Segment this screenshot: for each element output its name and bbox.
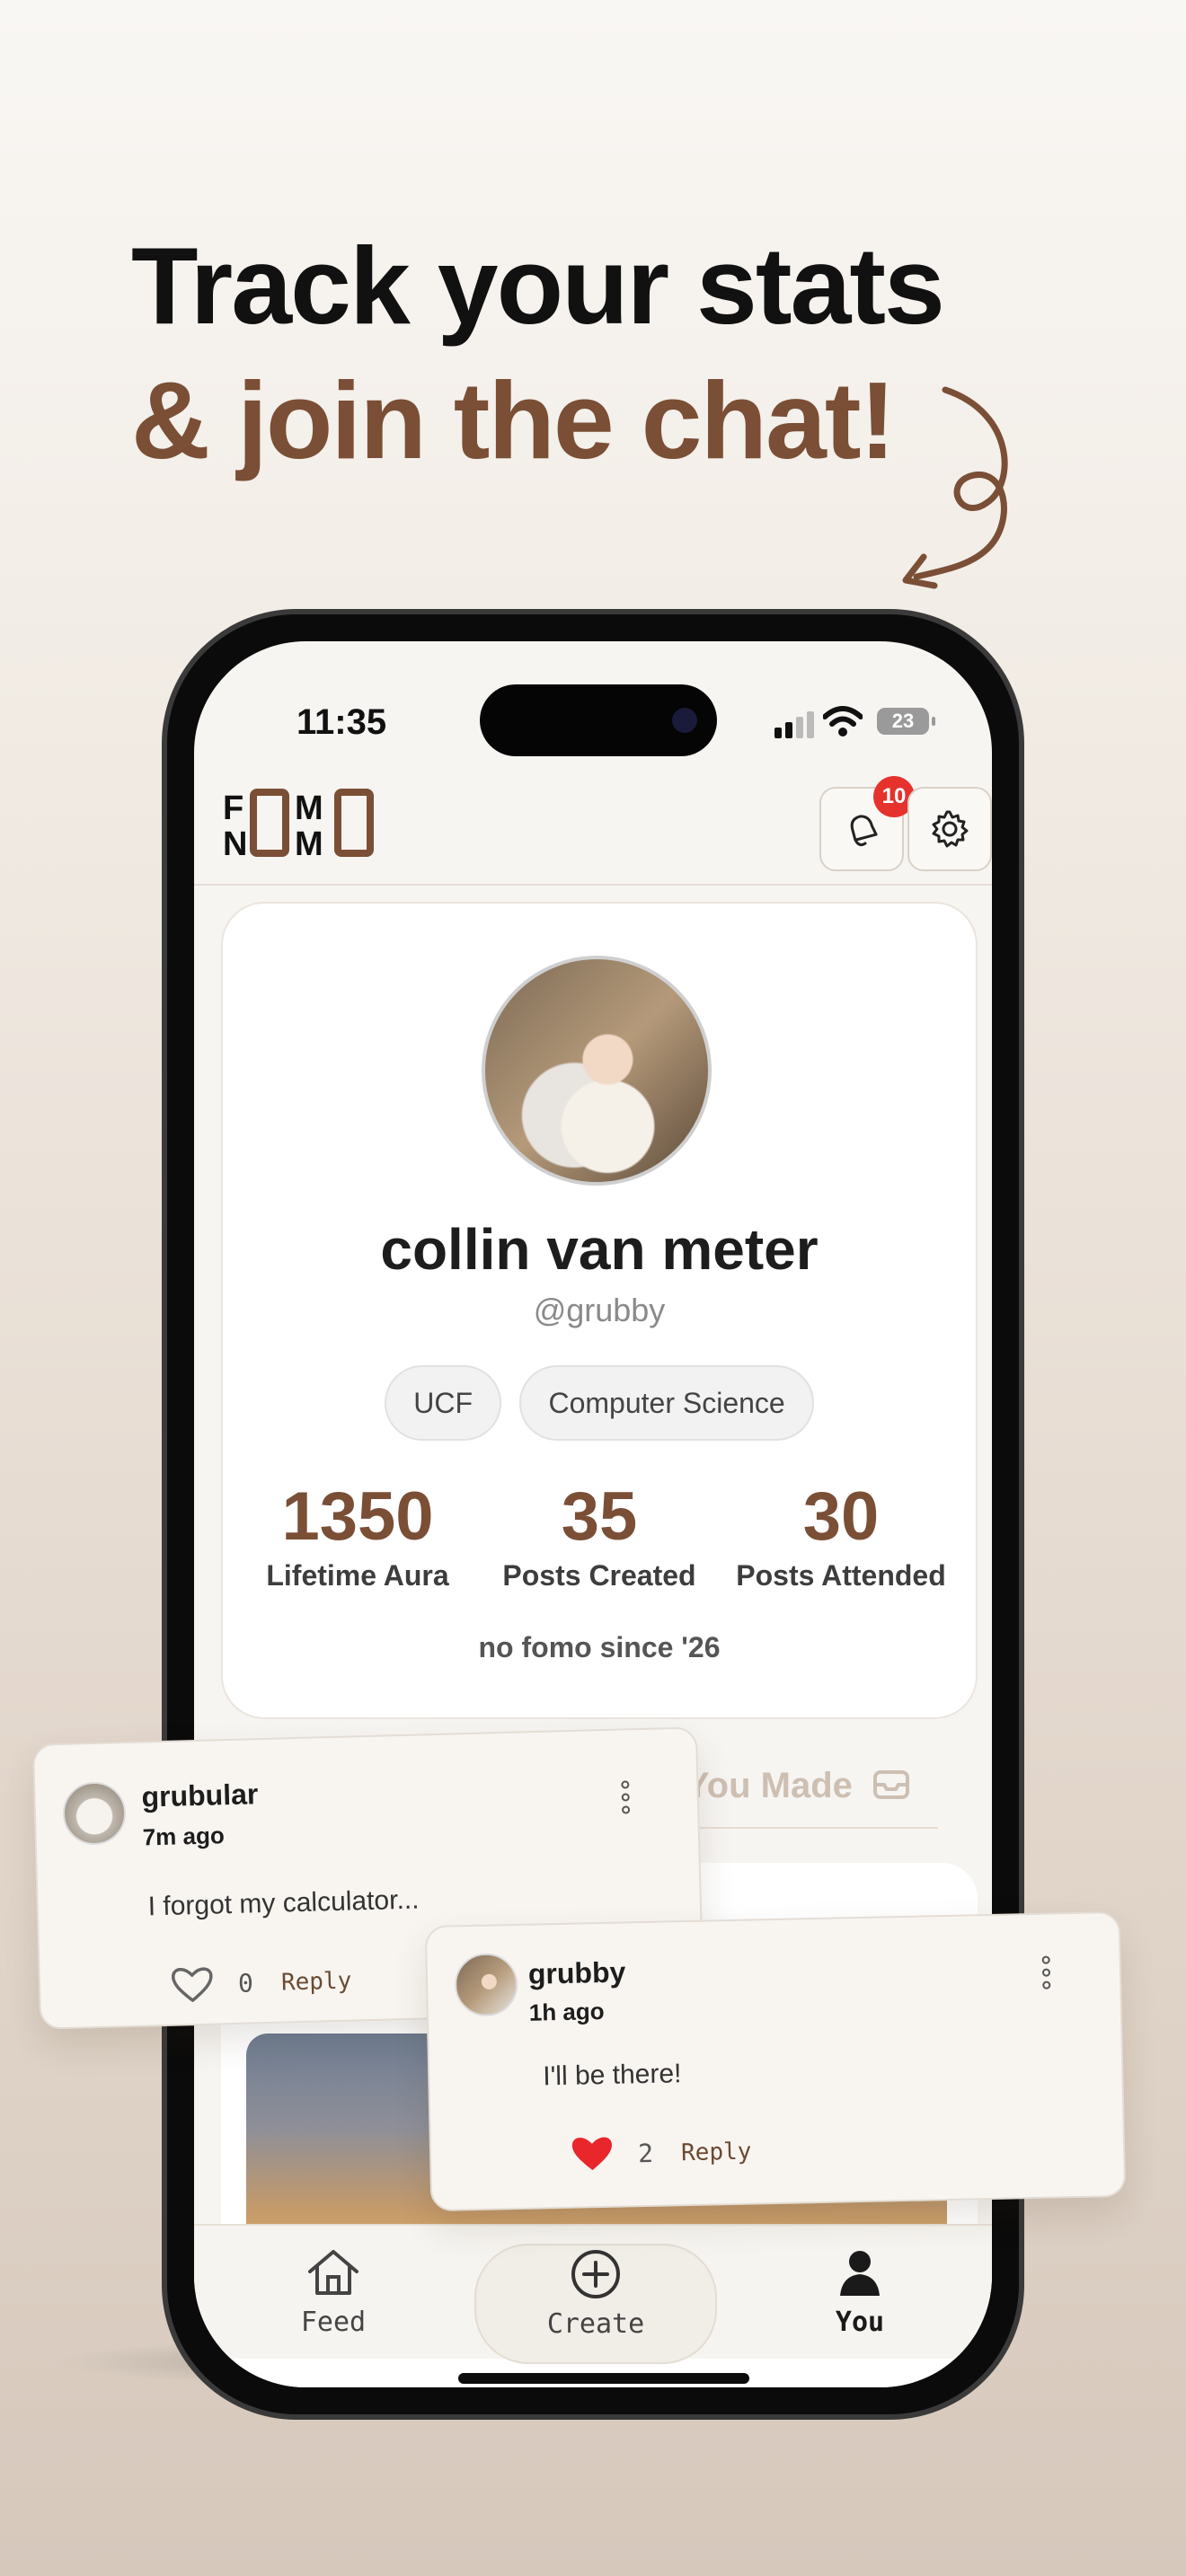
svg-text:M: M — [295, 825, 323, 859]
profile-stats: 1350 Lifetime Aura 35 Posts Created 30 P… — [241, 1478, 958, 1592]
like-count: 0 — [237, 1968, 254, 1998]
svg-text:M: M — [295, 790, 323, 827]
stat-value: 35 — [561, 1478, 638, 1555]
more-options-icon[interactable] — [1041, 1955, 1054, 1994]
profile-chips: UCF Computer Science — [223, 1365, 976, 1441]
stat-label: Posts Attended — [736, 1559, 946, 1592]
tab-create[interactable]: Create — [474, 2244, 717, 2364]
headline-line-1: Track your stats — [131, 225, 945, 347]
tab-you-label: You — [835, 2307, 885, 2338]
reply-button[interactable]: Reply — [681, 2139, 752, 2167]
comment-username[interactable]: grubby — [528, 1955, 626, 1990]
status-time: 11:35 — [296, 702, 387, 742]
app-header: F N M M 10 — [194, 774, 992, 886]
battery-indicator: 23 — [877, 708, 935, 735]
stat-value: 1350 — [281, 1478, 434, 1555]
svg-text:N: N — [223, 825, 247, 859]
bottom-tab-bar: Feed Create You — [194, 2224, 992, 2364]
tab-feed-label: Feed — [300, 2307, 367, 2338]
stat-posts-attended: 30 Posts Attended — [724, 1478, 958, 1592]
comment-timestamp: 1h ago — [528, 1997, 605, 2026]
stat-value: 30 — [802, 1478, 880, 1555]
bell-icon — [850, 815, 878, 847]
home-indicator — [458, 2373, 749, 2384]
home-icon — [308, 2250, 358, 2295]
tab-feed[interactable]: Feed — [212, 2244, 455, 2364]
comment-timestamp: 7m ago — [142, 1822, 226, 1851]
stat-lifetime-aura: 1350 Lifetime Aura — [241, 1478, 474, 1592]
headline-line-2: & join the chat! — [131, 359, 896, 481]
stat-label: Posts Created — [502, 1559, 696, 1592]
stat-posts-created: 35 Posts Created — [482, 1478, 716, 1592]
comment-card-grubby: grubby 1h ago I'll be there! 2 Reply — [424, 1910, 1127, 2212]
person-icon — [840, 2251, 880, 2296]
tab-you[interactable]: You — [739, 2244, 981, 2364]
comment-text: I forgot my calculator... — [147, 1884, 420, 1922]
profile-handle: @grubby — [533, 1292, 666, 1328]
gear-icon — [932, 810, 969, 848]
settings-button[interactable] — [907, 787, 992, 871]
reply-button[interactable]: Reply — [281, 1968, 352, 1997]
like-count: 2 — [637, 2138, 654, 2169]
stat-label: Lifetime Aura — [266, 1559, 449, 1592]
profile-avatar[interactable] — [482, 956, 712, 1186]
profile-card: collin van meter @grubby UCF Computer Sc… — [221, 902, 978, 1719]
more-options-icon[interactable] — [621, 1780, 633, 1818]
cellular-signal-icon — [774, 711, 818, 738]
heart-outline-icon[interactable] — [169, 1964, 215, 2005]
wifi-icon — [823, 706, 863, 737]
inbox-icon — [873, 1770, 909, 1799]
chip-school[interactable]: UCF — [385, 1365, 502, 1441]
status-bar: 11:35 23 — [194, 641, 992, 758]
plus-circle-icon — [571, 2250, 620, 2298]
comment-username[interactable]: grubular — [141, 1778, 259, 1813]
svg-text:F: F — [223, 790, 243, 827]
commenter-avatar[interactable] — [454, 1952, 518, 2017]
chip-major[interactable]: Computer Science — [519, 1365, 814, 1441]
commenter-avatar[interactable] — [62, 1781, 127, 1846]
curly-arrow-icon — [902, 386, 1008, 589]
dynamic-island — [480, 684, 717, 756]
headline: Track your stats & join the chat! — [131, 223, 945, 492]
tab-create-label: Create — [546, 2308, 645, 2340]
fomo-nomo-logo: F N M M — [223, 789, 374, 859]
notifications-button[interactable]: 10 — [819, 776, 915, 871]
member-since: no fomo since '26 — [478, 1631, 721, 1663]
camera-icon — [672, 708, 697, 733]
heart-filled-icon[interactable] — [568, 2132, 617, 2175]
comment-text: I'll be there! — [542, 2059, 682, 2092]
profile-name: collin van meter — [380, 1217, 819, 1282]
